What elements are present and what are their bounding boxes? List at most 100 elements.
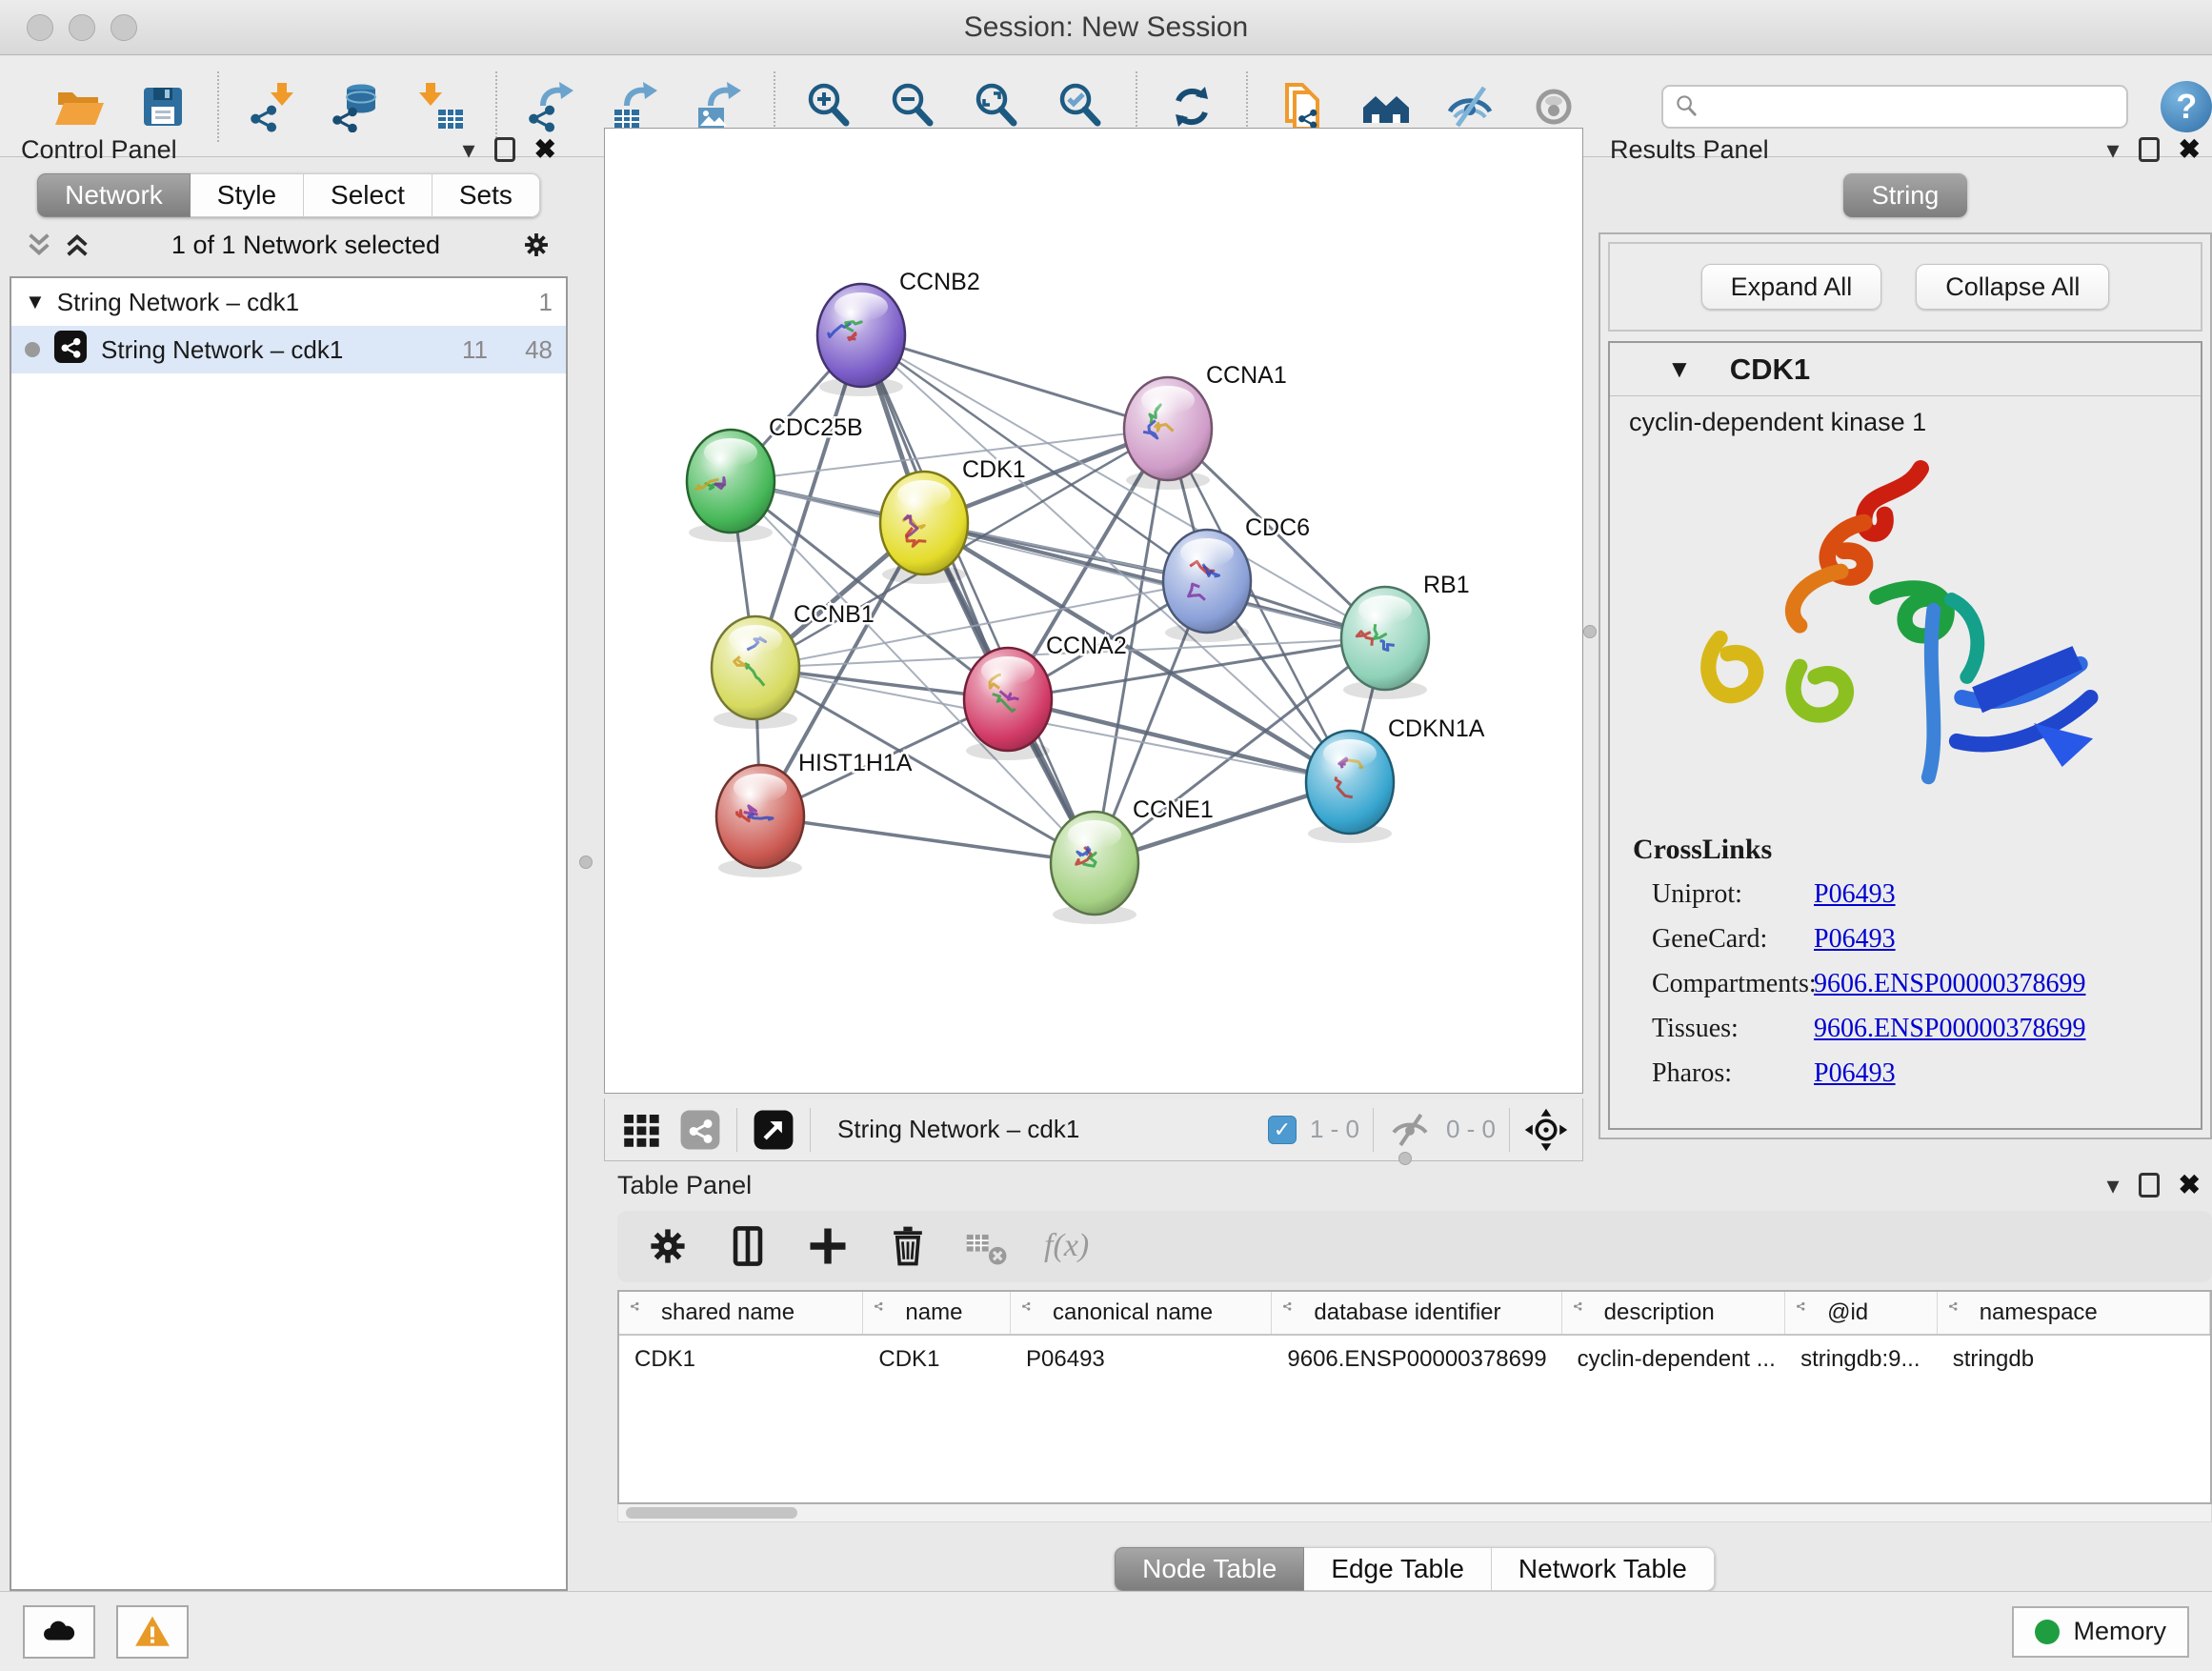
tab-edge-table[interactable]: Edge Table bbox=[1304, 1547, 1492, 1591]
right-divider-handle[interactable] bbox=[1583, 625, 1597, 638]
column-header-canonical-name[interactable]: canonical name bbox=[1011, 1292, 1272, 1334]
network-overview-icon[interactable] bbox=[677, 1107, 723, 1153]
cdk1-section-header[interactable]: ▼ CDK1 bbox=[1610, 343, 2201, 396]
open-session-button[interactable] bbox=[51, 79, 107, 134]
network-row[interactable]: String Network – cdk1 11 48 bbox=[11, 326, 566, 373]
table-cell[interactable]: 9606.ENSP00000378699 bbox=[1272, 1336, 1561, 1383]
import-network-button[interactable] bbox=[246, 79, 301, 134]
expand-all-icon[interactable] bbox=[63, 231, 91, 259]
table-cell[interactable]: stringdb:9... bbox=[1785, 1336, 1938, 1383]
expand-all-button[interactable]: Expand All bbox=[1701, 264, 1882, 310]
panel-menu-icon[interactable]: ▾ bbox=[2106, 137, 2119, 162]
crosslink-link[interactable]: 9606.ENSP00000378699 bbox=[1814, 1014, 2085, 1044]
share-file-button[interactable] bbox=[1275, 79, 1330, 134]
column-header-shared-name[interactable]: shared name bbox=[619, 1292, 863, 1334]
node-CCNB1[interactable]: CCNB1 bbox=[712, 601, 875, 729]
add-column-icon[interactable] bbox=[804, 1222, 852, 1270]
help-button[interactable]: ? bbox=[2161, 81, 2212, 132]
panel-menu-icon[interactable]: ▾ bbox=[2106, 1173, 2119, 1198]
table-settings-icon[interactable] bbox=[644, 1222, 692, 1270]
node-CDC25B[interactable]: CDC25B bbox=[687, 414, 863, 542]
table-cell[interactable]: stringdb bbox=[1938, 1336, 2210, 1383]
cloud-button[interactable] bbox=[23, 1605, 95, 1659]
node-CDKN1A[interactable]: CDKN1A bbox=[1306, 715, 1485, 843]
tab-sets[interactable]: Sets bbox=[432, 173, 540, 217]
eye-button[interactable] bbox=[1526, 79, 1581, 134]
table-row[interactable]: CDK1CDK1P064939606.ENSP00000378699cyclin… bbox=[619, 1336, 2210, 1383]
table-cell[interactable]: CDK1 bbox=[619, 1336, 863, 1383]
panel-close-icon[interactable]: ✖ bbox=[534, 136, 556, 163]
crosslink-link[interactable]: P06493 bbox=[1814, 1058, 1896, 1089]
network-canvas[interactable]: CCNB2 CCNA1 CDC25B CDK1 CDC6 RB1 CCNB1 bbox=[604, 128, 1583, 1094]
zoom-out-button[interactable] bbox=[886, 79, 941, 134]
warning-button[interactable] bbox=[116, 1605, 189, 1659]
import-table-button[interactable] bbox=[413, 79, 469, 134]
collapse-all-button[interactable]: Collapse All bbox=[1916, 264, 2109, 310]
zoom-in-button[interactable] bbox=[802, 79, 857, 134]
tab-network-table[interactable]: Network Table bbox=[1492, 1547, 1715, 1591]
network-collection-row[interactable]: ▼ String Network – cdk1 1 bbox=[11, 278, 566, 326]
zoom-fit-button[interactable] bbox=[970, 79, 1025, 134]
tree-expander-icon[interactable]: ▼ bbox=[25, 290, 46, 314]
delete-column-icon[interactable] bbox=[884, 1222, 932, 1270]
node-CCNA2[interactable]: CCNA2 bbox=[964, 633, 1127, 760]
panel-close-icon[interactable]: ✖ bbox=[2179, 1172, 2201, 1198]
tab-node-table[interactable]: Node Table bbox=[1115, 1547, 1304, 1591]
column-header-name[interactable]: name bbox=[863, 1292, 1011, 1334]
show-columns-icon[interactable] bbox=[724, 1222, 772, 1270]
refresh-button[interactable] bbox=[1164, 79, 1219, 134]
gear-icon[interactable] bbox=[520, 229, 553, 261]
hidden-eye-icon[interactable] bbox=[1387, 1107, 1433, 1153]
panel-float-icon[interactable] bbox=[2139, 1173, 2160, 1198]
table-cell[interactable]: CDK1 bbox=[863, 1336, 1011, 1383]
crosslink-link[interactable]: P06493 bbox=[1814, 924, 1896, 955]
edge-CCNB2-CCNE1[interactable] bbox=[861, 335, 1095, 863]
export-image-button[interactable] bbox=[692, 79, 747, 134]
node-HIST1H1A[interactable]: HIST1H1A bbox=[716, 750, 913, 877]
export-network-button[interactable] bbox=[524, 79, 579, 134]
tab-style[interactable]: Style bbox=[191, 173, 304, 217]
birds-eye-view-icon[interactable] bbox=[751, 1107, 796, 1153]
node-table[interactable]: shared namenamecanonical namedatabase id… bbox=[617, 1290, 2212, 1504]
table-hscrollbar[interactable] bbox=[617, 1504, 2212, 1522]
import-database-button[interactable] bbox=[330, 79, 385, 134]
column-header-namespace[interactable]: namespace bbox=[1938, 1292, 2210, 1334]
zoom-selected-button[interactable] bbox=[1054, 79, 1109, 134]
grid-view-icon[interactable] bbox=[618, 1107, 664, 1153]
toggle-visibility-button[interactable] bbox=[1442, 79, 1498, 134]
panel-float-icon[interactable] bbox=[2139, 137, 2160, 162]
node-RB1[interactable]: RB1 bbox=[1341, 572, 1470, 699]
node-CCNB2[interactable]: CCNB2 bbox=[817, 269, 980, 396]
node-CCNA1[interactable]: CCNA1 bbox=[1124, 362, 1287, 490]
memory-button[interactable]: Memory bbox=[2012, 1606, 2189, 1658]
bottom-divider-handle[interactable] bbox=[1398, 1152, 1412, 1165]
export-table-button[interactable] bbox=[608, 79, 663, 134]
node-CCNE1[interactable]: CCNE1 bbox=[1051, 796, 1214, 924]
tab-network[interactable]: Network bbox=[37, 173, 191, 217]
function-builder-icon[interactable]: f(x) bbox=[1044, 1228, 1089, 1264]
table-cell[interactable]: P06493 bbox=[1011, 1336, 1272, 1383]
edge-CCNE1-HIST1H1A[interactable] bbox=[760, 816, 1095, 863]
panel-float-icon[interactable] bbox=[494, 137, 515, 162]
scrollbar-thumb[interactable] bbox=[626, 1507, 797, 1519]
panel-menu-icon[interactable]: ▾ bbox=[462, 137, 474, 162]
section-expander-icon[interactable]: ▼ bbox=[1667, 354, 1692, 384]
tab-string[interactable]: String bbox=[1843, 173, 1968, 217]
column-header-database-identifier[interactable]: database identifier bbox=[1272, 1292, 1561, 1334]
selected-nodes-checkbox[interactable]: ✓ bbox=[1268, 1116, 1297, 1144]
tab-select[interactable]: Select bbox=[304, 173, 432, 217]
column-header-@id[interactable]: @id bbox=[1785, 1292, 1938, 1334]
panel-close-icon[interactable]: ✖ bbox=[2179, 136, 2201, 163]
table-cell[interactable]: cyclin-dependent ... bbox=[1562, 1336, 1785, 1383]
search-box[interactable] bbox=[1661, 85, 2128, 129]
edge-CCNB2-CCNA1[interactable] bbox=[861, 335, 1168, 429]
collapse-all-icon[interactable] bbox=[25, 231, 53, 259]
fit-selected-crosshair-icon[interactable] bbox=[1523, 1107, 1569, 1153]
crosslink-link[interactable]: 9606.ENSP00000378699 bbox=[1814, 969, 2085, 999]
search-input[interactable] bbox=[1707, 88, 2126, 126]
left-divider-handle[interactable] bbox=[579, 856, 593, 869]
delete-table-icon[interactable] bbox=[964, 1222, 1012, 1270]
save-session-button[interactable] bbox=[135, 79, 191, 134]
crosslink-link[interactable]: P06493 bbox=[1814, 879, 1896, 910]
column-header-description[interactable]: description bbox=[1562, 1292, 1785, 1334]
